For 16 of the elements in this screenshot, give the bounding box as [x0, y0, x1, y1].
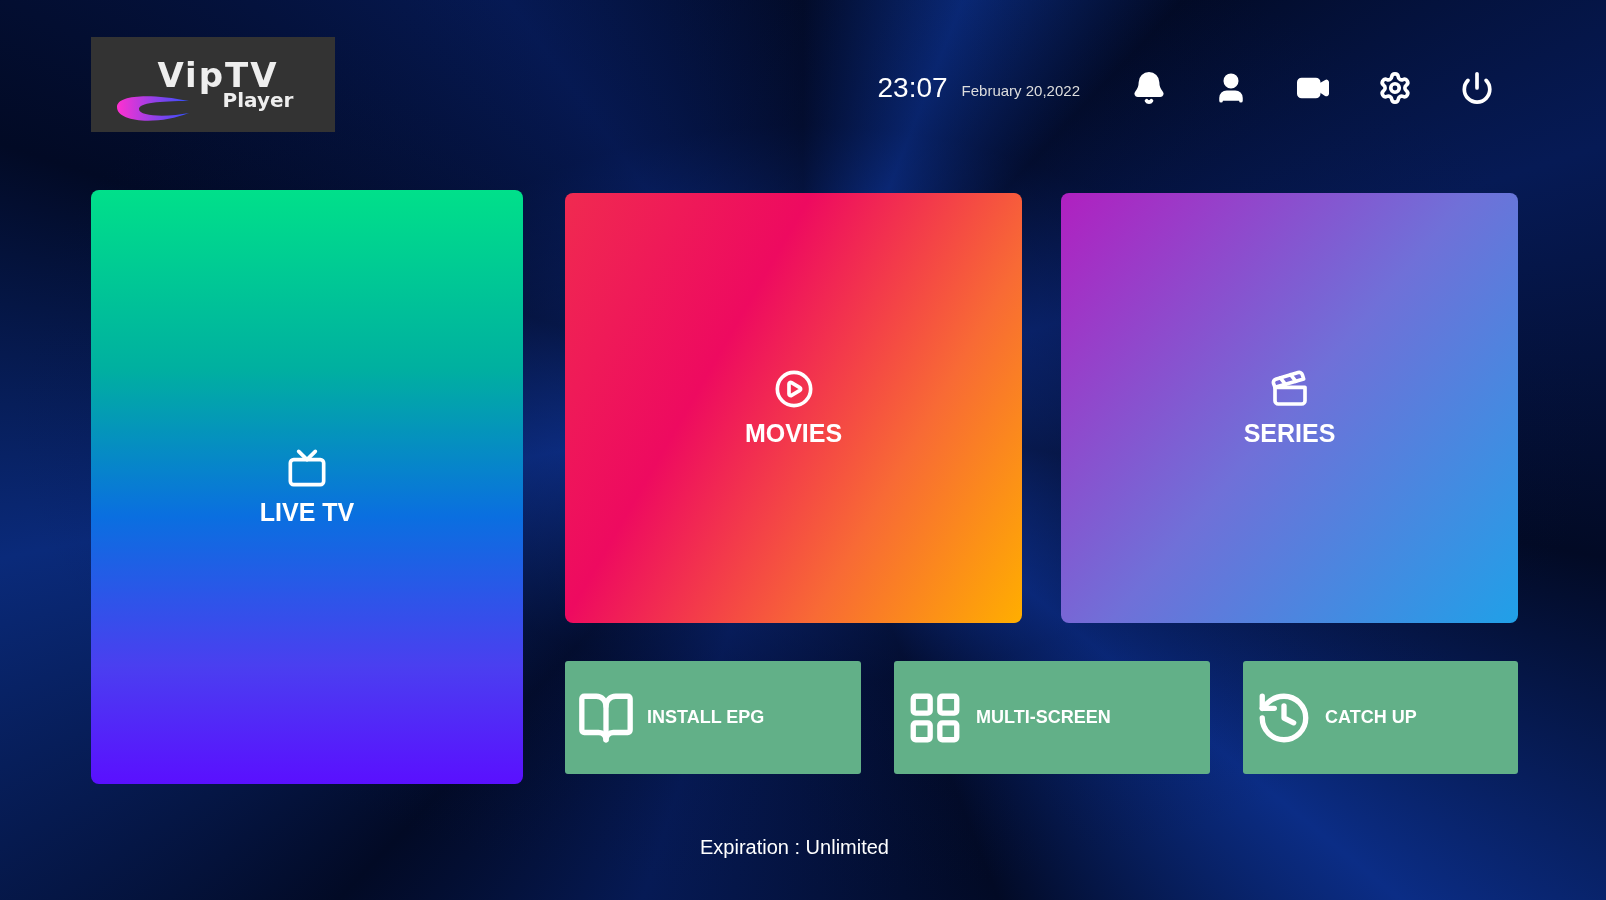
- logo-subtitle: Player: [222, 89, 294, 110]
- live-tv-tile[interactable]: LIVE TV: [91, 190, 523, 784]
- menu-button[interactable]: MULTI-SCREEN: [894, 661, 1210, 774]
- play-icon: [773, 368, 814, 409]
- tv-icon: [287, 447, 327, 488]
- menu-button[interactable]: INSTALL EPG: [565, 661, 861, 774]
- settings-icon: [1378, 70, 1412, 105]
- clock-time: 23:07: [877, 71, 948, 104]
- movies-tile[interactable]: MOVIES: [565, 193, 1022, 623]
- date-text: February 20,2022: [961, 82, 1080, 99]
- clapperboard-icon: [1269, 368, 1310, 409]
- power-icon: [1460, 70, 1494, 105]
- bell-icon: [1132, 70, 1166, 105]
- menu-button[interactable]: CATCH UP: [1243, 661, 1518, 774]
- series-tile[interactable]: SERIES: [1061, 193, 1518, 623]
- expiration-text: Expiration : Unlimited: [700, 836, 889, 859]
